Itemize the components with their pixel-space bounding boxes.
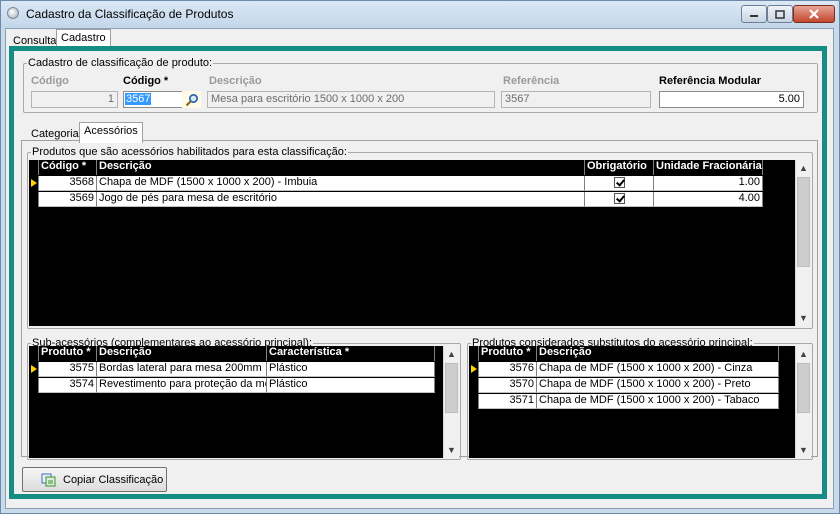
row-indicator-header [29,346,39,361]
form-legend: Cadastro de classificação de produto: [28,57,213,69]
table-row[interactable]: 3571 Chapa de MDF (1500 x 1000 x 200) - … [469,394,779,409]
scroll-down-icon[interactable]: ▼ [444,442,459,458]
cell-produto[interactable]: 3570 [479,378,537,393]
substitutos-grid-header: Produto * Descrição [469,346,779,361]
codigo-label: Código [31,75,69,87]
row-pointer [29,192,39,207]
ref-modular-field[interactable]: 5.00 [659,91,804,108]
codigo-produto-label: Código * [123,75,169,87]
app-icon [7,7,19,19]
maximize-button[interactable] [767,5,793,23]
column-header-descricao[interactable]: Descrição [537,346,779,361]
row-pointer [469,378,479,393]
acessorios-grid[interactable]: Código * Descrição Obrigatório Unidade F… [29,160,811,326]
search-icon [185,93,198,106]
descricao-field: Mesa para escritório 1500 x 1000 x 200 [207,91,495,108]
substitutos-scrollbar[interactable]: ▲ ▼ [795,346,811,458]
scroll-thumb[interactable] [445,363,458,413]
table-row[interactable]: 3569 Jogo de pés para mesa de escritório… [29,192,763,207]
cell-unidade[interactable]: 4.00 [654,192,763,207]
cell-codigo[interactable]: 3568 [39,176,97,191]
scroll-down-icon[interactable]: ▼ [796,442,811,458]
acessorios-legend: Produtos que são acessórios habilitados … [32,146,347,158]
row-pointer [469,362,479,377]
cell-descricao[interactable]: Jogo de pés para mesa de escritório [97,192,585,207]
table-row[interactable]: 3575 Bordas lateral para mesa 200mm Plás… [29,362,435,377]
acessorios-scrollbar[interactable]: ▲ ▼ [795,160,811,326]
substitutos-grid[interactable]: Produto * Descrição 3576 Chapa de MDF (1… [469,346,811,458]
cell-produto[interactable]: 3576 [479,362,537,377]
cell-obrigatorio[interactable] [585,192,654,207]
scroll-up-icon[interactable]: ▲ [444,346,459,362]
column-header-caracteristica[interactable]: Característica * [267,346,435,361]
minimize-button[interactable] [741,5,767,23]
tab-acessorios[interactable]: Acessórios [79,122,143,143]
cell-unidade[interactable]: 1.00 [654,176,763,191]
scroll-up-icon[interactable]: ▲ [796,346,811,362]
column-header-produto[interactable]: Produto * [39,346,97,361]
acessorios-grid-header: Código * Descrição Obrigatório Unidade F… [29,160,763,175]
obrigatorio-checkbox[interactable] [613,192,625,204]
row-indicator-header [29,160,39,175]
window-title: Cadastro da Classificação de Produtos [26,7,234,21]
column-header-codigo[interactable]: Código * [39,160,97,175]
search-button[interactable] [182,91,201,108]
cell-descricao[interactable]: Bordas lateral para mesa 200mm [97,362,267,377]
ref-modular-label: Referência Modular [659,75,762,87]
referencia-field: 3567 [501,91,651,108]
cell-descricao[interactable]: Chapa de MDF (1500 x 1000 x 200) - Cinza [537,362,779,377]
referencia-label: Referência [503,75,560,87]
codigo-field: 1 [31,91,118,108]
cell-produto[interactable]: 3571 [479,394,537,409]
row-pointer [29,378,39,393]
column-header-unidade[interactable]: Unidade Fracionária [654,160,763,175]
cell-produto[interactable]: 3574 [39,378,97,393]
table-row[interactable]: 3576 Chapa de MDF (1500 x 1000 x 200) - … [469,362,779,377]
copy-button-label: Copiar Classificação [63,473,164,486]
scroll-thumb[interactable] [797,177,810,267]
cell-descricao[interactable]: Chapa de MDF (1500 x 1000 x 200) - Tabac… [537,394,779,409]
maximize-icon [775,9,785,19]
cell-descricao[interactable]: Revestimento para proteção da mesa [97,378,267,393]
cell-descricao[interactable]: Chapa de MDF (1500 x 1000 x 200) - Imbui… [97,176,585,191]
row-indicator-header [469,346,479,361]
column-header-descricao[interactable]: Descrição [97,160,585,175]
cell-caracteristica[interactable]: Plástico [267,378,435,393]
sub-acessorios-grid-header: Produto * Descrição Característica * [29,346,435,361]
current-row-icon [31,179,37,187]
row-pointer [469,394,479,409]
minimize-icon [750,15,758,17]
table-row[interactable]: 3570 Chapa de MDF (1500 x 1000 x 200) - … [469,378,779,393]
close-button[interactable] [793,5,835,23]
copy-icon [41,473,56,486]
column-header-obrigatorio[interactable]: Obrigatório [585,160,654,175]
table-row[interactable]: 3574 Revestimento para proteção da mesa … [29,378,435,393]
cell-obrigatorio[interactable] [585,176,654,191]
cell-produto[interactable]: 3575 [39,362,97,377]
codigo-produto-value: 3567 [125,93,152,105]
sub-acessorios-grid[interactable]: Produto * Descrição Característica * 357… [29,346,459,458]
obrigatorio-checkbox[interactable] [613,176,625,188]
column-header-produto[interactable]: Produto * [479,346,537,361]
scroll-up-icon[interactable]: ▲ [796,160,811,176]
row-pointer [29,176,39,191]
cell-codigo[interactable]: 3569 [39,192,97,207]
close-icon [809,9,819,19]
current-row-icon [471,365,477,373]
current-row-icon [31,365,37,373]
descricao-label: Descrição [209,75,262,87]
sub-acessorios-scrollbar[interactable]: ▲ ▼ [443,346,459,458]
column-header-descricao[interactable]: Descrição [97,346,267,361]
scroll-thumb[interactable] [797,363,810,413]
row-pointer [29,362,39,377]
scroll-down-icon[interactable]: ▼ [796,310,811,326]
cell-descricao[interactable]: Chapa de MDF (1500 x 1000 x 200) - Preto [537,378,779,393]
table-row[interactable]: 3568 Chapa de MDF (1500 x 1000 x 200) - … [29,176,763,191]
cell-caracteristica[interactable]: Plástico [267,362,435,377]
copy-classification-button[interactable]: Copiar Classificação [22,467,167,492]
